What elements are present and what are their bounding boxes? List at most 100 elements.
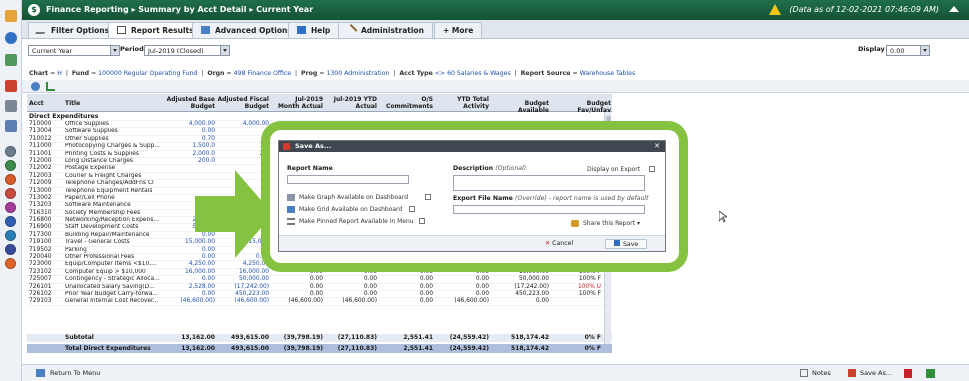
cell-title[interactable]: Parking — [65, 247, 161, 254]
cell-title[interactable]: General Internal Cost Recover... — [65, 298, 161, 305]
pin-icon[interactable] — [5, 80, 17, 92]
cell-base[interactable]: 0.00 — [163, 291, 215, 298]
cell-title[interactable]: Society Membership Fees — [65, 210, 161, 217]
module-icon[interactable] — [5, 160, 16, 171]
cell-title[interactable]: Staff Development Costs — [65, 224, 161, 231]
table-row[interactable]: 726101 Unallocated Salary Saving(D... 2,52… — [27, 284, 612, 291]
pdf-icon[interactable] — [904, 369, 912, 378]
cell-title[interactable]: Office Supplies — [65, 121, 161, 128]
grid-option-checkbox[interactable] — [409, 206, 415, 212]
cell-title[interactable]: Long Distance Charges — [65, 158, 161, 165]
info-icon[interactable] — [5, 32, 17, 44]
column-header[interactable]: YTD Total Activity — [437, 96, 489, 110]
column-header[interactable]: Acct — [29, 100, 44, 107]
tab-help[interactable]: Help — [288, 22, 340, 38]
column-header[interactable]: O/S Commitments — [381, 96, 433, 110]
cell-title[interactable]: Other Supplies — [65, 136, 161, 143]
module-icon[interactable] — [5, 146, 16, 157]
cell-title[interactable]: Software Maintenance — [65, 202, 161, 209]
export-file-input[interactable] — [453, 205, 645, 214]
cell-title[interactable]: Photocopying Charges & Supp... — [65, 143, 161, 150]
column-header[interactable]: Budget Available — [493, 100, 549, 114]
return-to-menu-link[interactable]: Return To Menu — [50, 369, 100, 378]
cell-title[interactable]: Telephone Changes/AddFns Cl — [65, 180, 161, 187]
cell-title[interactable]: Networking/Reception Expens... — [65, 217, 161, 224]
close-icon[interactable]: ✕ — [654, 141, 660, 152]
column-header[interactable]: Title — [65, 100, 80, 107]
cell-base[interactable]: 1,500.0 — [163, 143, 215, 150]
chart-icon[interactable] — [5, 54, 17, 66]
module-icon[interactable] — [5, 216, 16, 227]
cell-base[interactable]: 0.00 — [163, 276, 215, 283]
cell-base[interactable]: 2,000.0 — [163, 151, 215, 158]
warning-icon[interactable] — [769, 4, 781, 15]
graph-option-checkbox[interactable] — [425, 194, 431, 200]
cancel-button[interactable]: ✕ Cancel — [537, 239, 581, 249]
cell-title[interactable]: Other Professional Fees — [65, 254, 161, 261]
collapse-icon[interactable] — [949, 6, 959, 12]
save-as-button[interactable]: Save As... — [860, 369, 892, 378]
table-row[interactable]: 729103 General Internal Cost Recover... (4… — [27, 298, 612, 306]
description-input[interactable] — [453, 175, 645, 191]
column-header[interactable]: Budget Fav/Unfav — [551, 100, 611, 114]
report-name-input[interactable] — [287, 175, 409, 184]
column-header[interactable]: Adjusted Base Budget — [163, 96, 215, 110]
table-row[interactable]: 726102 Prior Year Budget Carry-forwa... 0.… — [27, 291, 612, 299]
table-icon[interactable] — [5, 100, 17, 112]
module-icon[interactable] — [5, 258, 16, 269]
module-icon[interactable] — [5, 174, 16, 185]
cell-base[interactable]: 16,000.00 — [163, 269, 215, 276]
home-icon[interactable] — [5, 10, 17, 22]
cell-acct: 712003 — [29, 172, 52, 179]
module-icon[interactable] — [5, 244, 16, 255]
notes-button[interactable]: Notes — [812, 369, 831, 378]
menu-option-checkbox[interactable] — [419, 218, 425, 224]
column-header[interactable]: Jul-2019 Month Actual — [273, 96, 323, 110]
chevron-down-icon — [220, 46, 229, 55]
cell-base[interactable]: 2,528.00 — [163, 284, 215, 291]
column-header[interactable]: Jul-2019 YTD Actual — [327, 96, 377, 110]
grid-view-icon[interactable] — [31, 82, 40, 91]
cell-base[interactable]: 0.70 — [163, 136, 215, 143]
cell-title[interactable]: Computer Equip > $10,000 — [65, 269, 161, 276]
excel-icon[interactable] — [926, 369, 935, 378]
tab-more[interactable]: + More — [434, 22, 483, 38]
cell-title[interactable]: Paper/Cell Phone — [65, 195, 161, 202]
cell-base[interactable]: (46,600.00) — [163, 298, 215, 305]
cell-title[interactable]: Courier & Freight Charges — [65, 173, 161, 180]
column-header[interactable]: Adjusted Fiscal Budget — [217, 96, 269, 110]
tab-advanced-options[interactable]: Advanced Options — [192, 22, 301, 38]
cell-title[interactable]: Software Supplies — [65, 128, 161, 135]
module-icon[interactable] — [5, 230, 16, 241]
cell-title[interactable]: Travel - General Costs — [65, 239, 161, 246]
cell-title[interactable]: Contingency - Strategic Alloca... — [65, 276, 161, 283]
cell-title[interactable]: Prior Year Budget Carry-forwa... — [65, 291, 161, 298]
cell-base[interactable]: 0.00 — [163, 128, 215, 135]
cell-title[interactable]: Unallocated Salary Saving(D... — [65, 284, 161, 291]
display-select[interactable]: 0.00 — [886, 45, 930, 56]
period-set-select[interactable]: Current Year — [28, 45, 120, 56]
chevron-down-icon[interactable]: ▾ — [637, 220, 640, 227]
module-icon[interactable] — [5, 188, 16, 199]
cell-title[interactable]: Telephone Equipment Rentals — [65, 188, 161, 195]
bottom-bar: Return To Menu Notes Save As... — [22, 364, 969, 381]
cell-title[interactable]: Building Repair/Maintenance — [65, 232, 161, 239]
share-report-button[interactable]: Share this Report — [583, 220, 635, 227]
tab-administration[interactable]: Administration — [338, 22, 433, 38]
module-icon[interactable] — [5, 202, 16, 213]
cell-title[interactable]: Printing Costs & Supplies — [65, 151, 161, 158]
criteria-value: 100000 Regular Operating Fund — [98, 70, 198, 77]
cell-base[interactable]: 200.0 — [163, 158, 215, 165]
table-row[interactable]: 725007 Contingency - Strategic Alloca... 0… — [27, 276, 612, 284]
display-on-export-checkbox[interactable] — [649, 166, 655, 172]
cell-base[interactable]: 4,250.00 — [163, 261, 215, 268]
cell-title[interactable]: Equip/Computer Items <$10,... — [65, 261, 161, 268]
cell-title[interactable]: Postage Expense — [65, 165, 161, 172]
report-icon[interactable] — [5, 120, 17, 132]
tab-filter-options[interactable]: Filter Options — [28, 22, 119, 38]
save-button[interactable]: Save — [605, 239, 648, 249]
tab-report-results[interactable]: Report Results — [108, 22, 203, 38]
period-select[interactable]: Jul-2019 (Closed) — [144, 45, 230, 56]
graph-view-icon[interactable] — [46, 82, 55, 91]
cell-base[interactable]: 4,000.00 — [163, 121, 215, 128]
